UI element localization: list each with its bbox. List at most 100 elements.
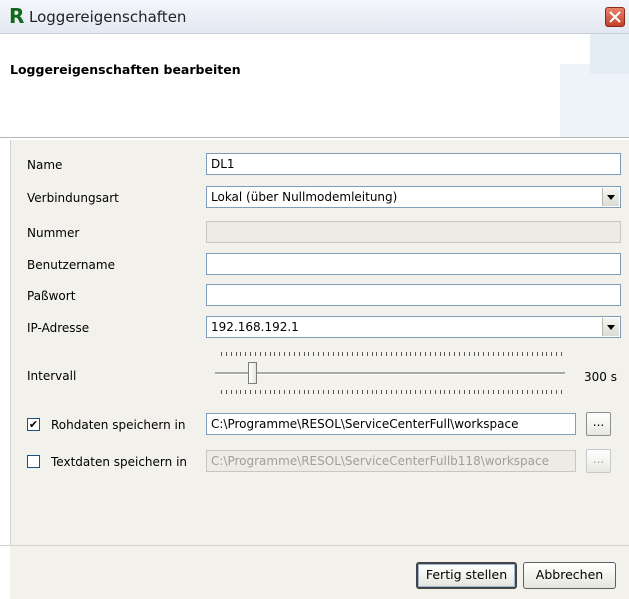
slider-tick (478, 352, 480, 356)
slider-tick (459, 390, 460, 394)
slider-tick (405, 352, 407, 356)
slider-tick (502, 390, 504, 394)
slider-tick (274, 390, 276, 394)
ip-address-label: IP-Adresse (27, 321, 90, 335)
slider-tick (551, 352, 553, 356)
slider-tick (342, 352, 344, 356)
interval-slider-track[interactable] (215, 372, 565, 375)
slider-tick (274, 352, 276, 356)
slider-tick (230, 352, 232, 356)
slider-tick (269, 390, 271, 394)
password-field[interactable] (206, 284, 621, 306)
slider-tick (517, 352, 519, 356)
slider-tick (444, 352, 446, 356)
slider-tick (522, 352, 524, 356)
slider-tick (391, 390, 392, 394)
cancel-button[interactable]: Abbrechen (523, 562, 616, 589)
raw-data-checkbox[interactable]: ✔ (27, 418, 40, 431)
slider-tick (434, 390, 436, 394)
slider-tick (395, 390, 397, 394)
slider-tick (376, 390, 378, 394)
slider-tick (264, 390, 266, 394)
slider-tick (493, 390, 494, 394)
slider-tick (454, 352, 456, 356)
slider-tick (488, 352, 490, 356)
slider-tick (352, 352, 354, 356)
finish-button[interactable]: Fertig stellen (416, 562, 517, 589)
connection-type-label: Verbindungsart (27, 191, 119, 205)
slider-tick (308, 390, 310, 394)
chevron-down-icon[interactable] (602, 318, 619, 336)
slider-tick (420, 352, 422, 356)
ip-address-value: 192.168.192.1 (211, 320, 299, 334)
slider-tick (235, 352, 237, 356)
slider-tick (434, 352, 436, 356)
slider-tick (259, 390, 261, 394)
text-data-checkbox[interactable] (27, 455, 40, 468)
slider-ticks-bottom (221, 390, 562, 396)
text-data-path-field: C:\Programme\RESOL\ServiceCenterFullb118… (206, 450, 576, 472)
slider-tick (327, 352, 329, 356)
slider-tick (527, 352, 528, 356)
raw-data-path-field[interactable]: C:\Programme\RESOL\ServiceCenterFull\wor… (206, 413, 576, 435)
slider-tick (352, 390, 354, 394)
text-data-label: Textdaten speichern in (51, 455, 188, 469)
slider-tick (225, 352, 227, 356)
interval-label: Intervall (27, 369, 77, 383)
slider-tick (415, 352, 417, 356)
slider-tick (371, 390, 373, 394)
slider-tick (332, 352, 334, 356)
slider-tick (512, 390, 514, 394)
slider-tick (235, 390, 237, 394)
slider-tick (381, 390, 383, 394)
slider-tick (517, 390, 519, 394)
slider-tick (488, 390, 490, 394)
slider-tick (546, 390, 548, 394)
slider-tick (332, 390, 334, 394)
number-field (206, 221, 621, 243)
number-label: Nummer (27, 226, 80, 240)
title-bar[interactable]: R Loggereigenschaften (0, 0, 629, 34)
username-field[interactable] (206, 253, 621, 275)
slider-tick (255, 352, 256, 356)
slider-tick (459, 352, 460, 356)
slider-tick (410, 390, 412, 394)
name-field[interactable]: DL1 (206, 153, 621, 175)
form-panel: Name DL1 Verbindungsart Lokal (über Null… (10, 140, 629, 545)
raw-data-label: Rohdaten speichern in (51, 418, 186, 432)
slider-tick (463, 352, 465, 356)
slider-tick (308, 352, 310, 356)
slider-tick (483, 390, 485, 394)
slider-tick (323, 390, 324, 394)
slider-tick (381, 352, 383, 356)
connection-type-select[interactable]: Lokal (über Nullmodemleitung) (206, 186, 621, 208)
chevron-down-icon[interactable] (602, 188, 619, 206)
slider-tick (522, 390, 524, 394)
slider-tick (556, 352, 558, 356)
slider-tick (410, 352, 412, 356)
slider-tick (298, 390, 300, 394)
slider-tick (318, 390, 320, 394)
connection-type-value: Lokal (über Nullmodemleitung) (211, 190, 398, 204)
slider-tick (221, 352, 222, 356)
header-title: Loggereigenschaften bearbeiten (10, 62, 241, 77)
close-button[interactable] (605, 7, 625, 27)
ip-address-combo[interactable]: 192.168.192.1 (206, 316, 621, 338)
slider-tick (536, 390, 538, 394)
slider-tick (429, 352, 431, 356)
slider-tick (313, 352, 315, 356)
slider-tick (439, 390, 441, 394)
raw-data-browse-button[interactable]: ... (586, 412, 611, 436)
interval-slider-thumb[interactable] (248, 362, 258, 384)
username-label: Benutzername (27, 258, 115, 272)
button-bar: Fertig stellen Abbrechen (10, 546, 629, 599)
slider-ticks-top (221, 352, 562, 358)
slider-tick (342, 390, 344, 394)
slider-tick (259, 352, 261, 356)
slider-tick (425, 352, 426, 356)
wizard-header: Loggereigenschaften bearbeiten (0, 34, 629, 138)
slider-tick (391, 352, 392, 356)
slider-tick (546, 352, 548, 356)
slider-tick (245, 352, 247, 356)
slider-tick (337, 352, 339, 356)
